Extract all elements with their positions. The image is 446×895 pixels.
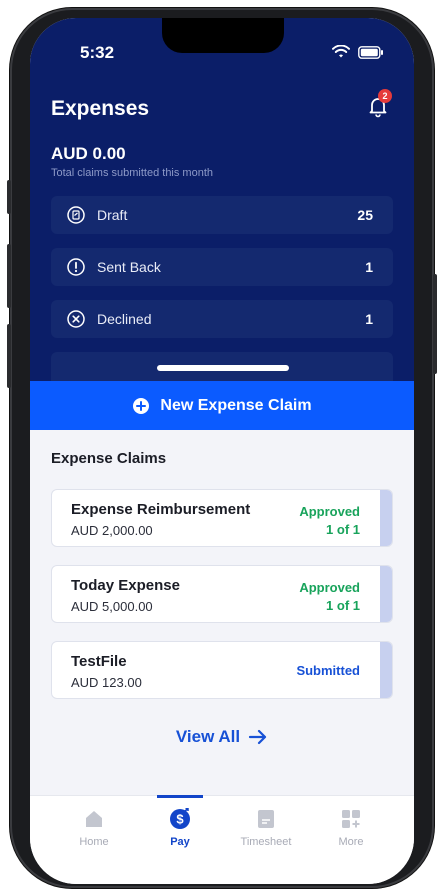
- claim-card[interactable]: Today Expense AUD 5,000.00 Approved 1 of…: [51, 565, 393, 623]
- tab-timesheet[interactable]: Timesheet: [231, 808, 301, 848]
- phone-power-button: [433, 274, 437, 374]
- phone-volume-down: [7, 324, 11, 388]
- tab-pay[interactable]: $ Pay: [145, 807, 215, 848]
- wifi-icon: [332, 45, 350, 58]
- pay-icon: $: [169, 807, 191, 830]
- summary-sent-back[interactable]: Sent Back 1: [51, 248, 393, 286]
- view-all-link[interactable]: View All: [30, 727, 414, 747]
- x-circle-icon: [67, 310, 85, 328]
- summary-declined[interactable]: Declined 1: [51, 300, 393, 338]
- new-claim-label: New Expense Claim: [160, 396, 312, 414]
- claim-amount: AUD 5,000.00: [71, 599, 153, 614]
- tab-label: More: [338, 836, 364, 848]
- tab-more[interactable]: More: [316, 808, 386, 848]
- summary-label: Declined: [97, 311, 152, 327]
- summary-draft[interactable]: Draft 25: [51, 196, 393, 234]
- active-tab-indicator: [157, 795, 203, 798]
- status-icons: [332, 45, 384, 59]
- alert-circle-icon: [67, 258, 85, 276]
- arrow-right-icon: [249, 729, 267, 745]
- tab-home[interactable]: Home: [59, 808, 129, 848]
- tab-label: Pay: [170, 836, 190, 848]
- claim-name: TestFile: [71, 653, 127, 670]
- plus-circle-icon: [133, 397, 150, 414]
- summary-label: Sent Back: [97, 259, 161, 275]
- claim-amount: AUD 2,000.00: [71, 523, 153, 538]
- summary-count: 1: [365, 311, 373, 327]
- tab-label: Timesheet: [240, 836, 292, 848]
- tab-label: Home: [79, 836, 109, 848]
- summary-label: Draft: [97, 207, 128, 223]
- claim-card[interactable]: TestFile AUD 123.00 Submitted: [51, 641, 393, 699]
- claim-name: Expense Reimbursement: [71, 501, 251, 518]
- app-screen: 5:32 Expenses 2 AUD 0.00 Total claims su…: [30, 18, 414, 884]
- grid-plus-icon: [340, 808, 362, 830]
- home-icon: [83, 808, 105, 830]
- total-amount: AUD 0.00: [51, 144, 126, 163]
- draft-icon: [67, 206, 85, 224]
- phone-silent-switch: [7, 180, 11, 214]
- summary-count: 25: [357, 207, 373, 223]
- view-all-label: View All: [175, 727, 241, 746]
- page-title: Expenses: [51, 97, 150, 120]
- phone-volume-up: [7, 244, 11, 308]
- battery-icon: [358, 45, 383, 59]
- claim-approval-step: 1 of 1: [326, 598, 360, 613]
- notch: [162, 18, 284, 53]
- claim-status: Approved: [299, 504, 360, 519]
- timesheet-icon: [255, 808, 277, 830]
- claim-amount: AUD 123.00: [71, 675, 142, 690]
- claim-approval-step: 1 of 1: [326, 522, 360, 537]
- claim-accent: [380, 642, 392, 698]
- bottom-tab-bar: Home $ Pay Timesheet More: [30, 795, 414, 884]
- status-time: 5:32: [80, 43, 115, 62]
- new-expense-claim-button[interactable]: New Expense Claim: [30, 381, 414, 430]
- claim-card[interactable]: Expense Reimbursement AUD 2,000.00 Appro…: [51, 489, 393, 547]
- notifications-button[interactable]: 2: [366, 89, 392, 118]
- section-title: Expense Claims: [51, 450, 167, 467]
- claim-status: Approved: [299, 580, 360, 595]
- summary-count: 1: [365, 259, 373, 275]
- notification-badge: 2: [378, 89, 392, 103]
- svg-text:$: $: [176, 812, 184, 827]
- claim-name: Today Expense: [71, 577, 180, 594]
- sheet-drag-handle[interactable]: [157, 365, 289, 371]
- total-caption: Total claims submitted this month: [51, 167, 214, 179]
- claim-accent: [380, 490, 392, 546]
- claim-accent: [380, 566, 392, 622]
- claim-status: Submitted: [296, 663, 360, 678]
- expenses-header: 5:32 Expenses 2 AUD 0.00 Total claims su…: [30, 18, 414, 381]
